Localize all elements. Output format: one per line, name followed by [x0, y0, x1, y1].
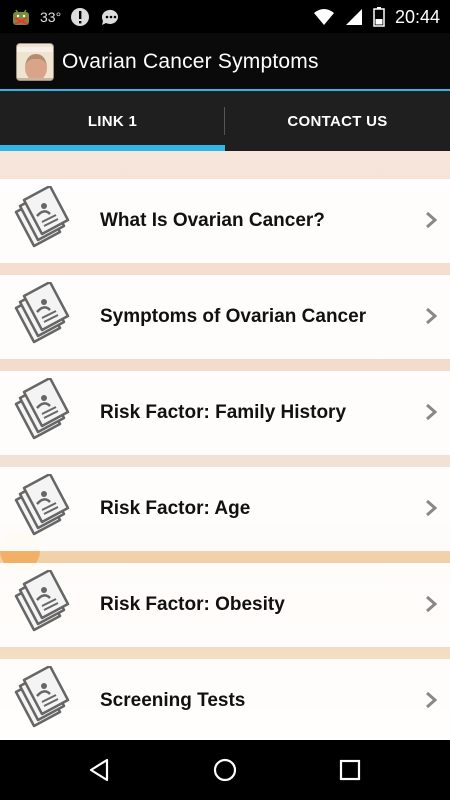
document-stack-icon — [14, 378, 70, 440]
clock-text: 20:44 — [394, 6, 440, 27]
battery-icon — [373, 7, 385, 27]
document-stack-icon — [14, 570, 70, 632]
chevron-right-icon — [426, 403, 438, 421]
document-stack-icon — [14, 666, 70, 728]
list-item-label: Symptoms of Ovarian Cancer — [100, 306, 367, 327]
android-debug-icon — [13, 9, 29, 25]
chat-bubble-icon — [102, 9, 119, 25]
home-icon[interactable] — [210, 755, 240, 785]
list-item-age[interactable]: Risk Factor: Age — [0, 467, 450, 551]
status-bar: 33° 20:44 — [0, 0, 450, 33]
list-item-label: Risk Factor: Age — [100, 498, 251, 519]
alert-icon — [71, 8, 90, 26]
action-bar: Ovarian Cancer Symptoms — [0, 33, 450, 90]
chevron-right-icon — [426, 499, 438, 517]
wifi-icon — [313, 9, 334, 25]
list-item-family-history[interactable]: Risk Factor: Family History — [0, 371, 450, 455]
list-item-screening-tests[interactable]: Screening Tests — [0, 659, 450, 740]
tab-label: CONTACT US — [287, 112, 388, 130]
tab-contact-us[interactable]: CONTACT US — [225, 91, 450, 151]
chevron-right-icon — [426, 211, 438, 229]
chevron-right-icon — [426, 691, 438, 709]
list-item-symptoms[interactable]: Symptoms of Ovarian Cancer — [0, 275, 450, 359]
app-logo-icon[interactable] — [16, 42, 54, 81]
document-stack-icon — [14, 474, 70, 536]
list-item-label: Risk Factor: Obesity — [100, 594, 285, 615]
chevron-right-icon — [426, 595, 438, 613]
document-stack-icon — [14, 186, 70, 248]
list-item-what-is-ovarian-cancer[interactable]: What Is Ovarian Cancer? — [0, 179, 450, 263]
chevron-right-icon — [426, 307, 438, 325]
list-item-label: Screening Tests — [100, 690, 246, 711]
recents-icon[interactable] — [335, 755, 365, 785]
back-icon[interactable] — [85, 755, 115, 785]
list-item-obesity[interactable]: Risk Factor: Obesity — [0, 563, 450, 647]
tab-link-1[interactable]: LINK 1 — [0, 91, 225, 151]
topic-list[interactable]: What Is Ovarian Cancer? Symptoms of Ovar… — [0, 151, 450, 740]
navigation-bar — [0, 740, 450, 800]
list-item-label: What Is Ovarian Cancer? — [100, 210, 325, 231]
document-stack-icon — [14, 282, 70, 344]
tab-label: LINK 1 — [87, 112, 138, 130]
tab-bar: LINK 1 CONTACT US — [0, 91, 450, 151]
temperature-text: 33° — [40, 9, 62, 25]
signal-icon — [345, 9, 362, 25]
app-title: Ovarian Cancer Symptoms — [62, 49, 319, 73]
list-item-label: Risk Factor: Family History — [100, 402, 347, 423]
